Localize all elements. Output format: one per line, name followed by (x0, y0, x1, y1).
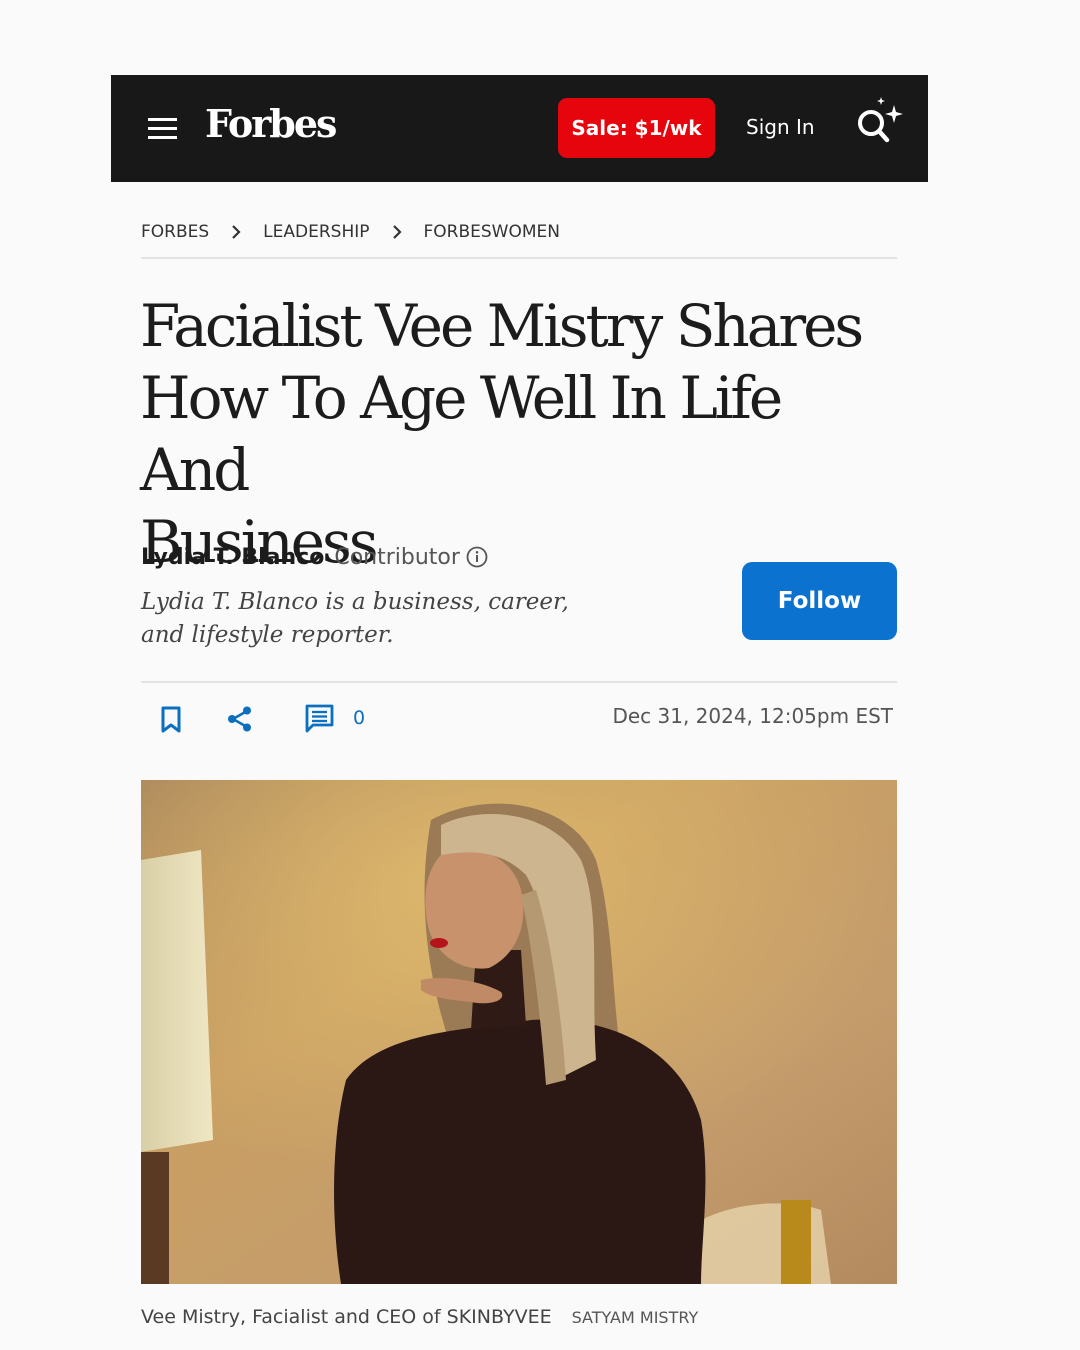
forbes-logo[interactable]: Forbes (205, 101, 337, 146)
share-icon[interactable] (226, 705, 254, 733)
info-icon[interactable] (466, 546, 488, 568)
top-nav-bar: Forbes Sale: $1/wk Sign In (111, 75, 928, 182)
author-bio-line: Lydia T. Blanco is a business, career, (141, 589, 569, 615)
search-sparkle-icon[interactable] (854, 95, 906, 147)
breadcrumb-item-leadership[interactable]: LEADERSHIP (263, 222, 369, 242)
chevron-right-icon (209, 222, 263, 242)
bookmark-icon[interactable] (160, 706, 182, 734)
author-divider (141, 681, 897, 683)
headline-line: How To Age Well In Life And (140, 364, 783, 504)
sale-button[interactable]: Sale: $1/wk (558, 98, 715, 158)
comment-icon[interactable] (305, 704, 334, 733)
photo-credit: SATYAM MISTRY (571, 1308, 699, 1327)
hamburger-menu-icon[interactable] (147, 116, 179, 142)
headline-line: Facialist Vee Mistry Shares (140, 292, 864, 360)
breadcrumb: FORBES LEADERSHIP FORBESWOMEN (141, 220, 560, 244)
author-line: Lydia T. Blanco Contributor (141, 542, 488, 572)
breadcrumb-item-forbeswomen[interactable]: FORBESWOMEN (424, 222, 560, 242)
author-bio: Lydia T. Blanco is a business, career, a… (141, 586, 611, 652)
author-role: Contributor (334, 544, 460, 570)
article-hero-image (141, 780, 897, 1284)
follow-button[interactable]: Follow (742, 562, 897, 640)
article-headline: Facialist Vee Mistry Shares How To Age W… (140, 290, 900, 578)
image-caption: Vee Mistry, Facialist and CEO of SKINBYV… (141, 1306, 698, 1332)
sign-in-link[interactable]: Sign In (746, 115, 815, 139)
chevron-right-icon (370, 222, 424, 242)
caption-text: Vee Mistry, Facialist and CEO of SKINBYV… (141, 1306, 552, 1328)
comment-count[interactable]: 0 (353, 707, 365, 729)
breadcrumb-divider (141, 257, 897, 259)
author-bio-line: and lifestyle reporter. (141, 622, 394, 648)
author-name[interactable]: Lydia T. Blanco (141, 545, 324, 570)
publish-date: Dec 31, 2024, 12:05pm EST (612, 704, 893, 728)
breadcrumb-item-forbes[interactable]: FORBES (141, 222, 209, 242)
